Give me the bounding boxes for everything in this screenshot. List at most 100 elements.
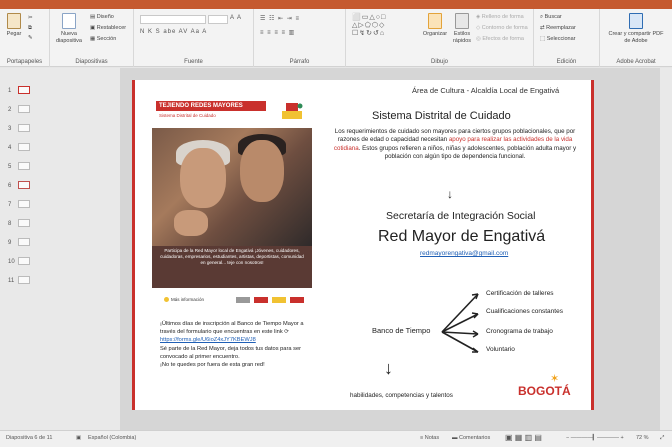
format-painter-icon[interactable]: ✎ bbox=[28, 35, 33, 42]
slide-thumbnail[interactable]: 3 bbox=[8, 124, 30, 134]
group-portapapeles: Pegar ✂ ⧉ ✎ Portapapeles bbox=[0, 9, 50, 67]
link-icon: ⟳ bbox=[284, 329, 290, 336]
email-link[interactable]: redmayorengativa@gmail.com bbox=[420, 250, 508, 257]
align-buttons[interactable]: ≡ ≡ ≡ ≡ ▥ bbox=[260, 29, 295, 36]
poster-sponsor-logos-icon bbox=[236, 297, 304, 303]
notes-button[interactable]: ≡ Notas bbox=[420, 435, 439, 441]
slide-thumbnail[interactable]: 2 bbox=[8, 105, 30, 115]
poster-logo-icon bbox=[282, 103, 303, 119]
poster-text: Participa de la Red Mayor local de Engat… bbox=[160, 248, 304, 265]
slide-thumbnail[interactable]: 9 bbox=[8, 238, 30, 248]
shape-outline-button[interactable]: ◇ Contorno de forma bbox=[476, 25, 528, 32]
list-buttons[interactable]: ☰ ☷ ⇤ ⇥ ≡ bbox=[260, 15, 300, 22]
red-mayor-title: Red Mayor de Engativá bbox=[378, 228, 546, 245]
poster-info-label: Más información bbox=[164, 297, 204, 302]
zoom-level[interactable]: 72 % bbox=[636, 435, 649, 441]
sd-title: Sistema Distrital de Cuidado bbox=[372, 110, 511, 122]
zoom-slider[interactable]: − ————▎———— + bbox=[566, 435, 624, 441]
group-edicion: ⌕ Buscar ⇄ Reemplazar ⬚ Seleccionar Edic… bbox=[534, 9, 600, 67]
section-icon: ▦ bbox=[90, 36, 97, 42]
poster-subtitle: Sistema Distrital de Cuidado bbox=[159, 113, 216, 118]
group-adobe: Crear y compartir PDF de Adobe Adobe Acr… bbox=[600, 9, 672, 67]
slide-thumbnail-selected[interactable]: 6 bbox=[8, 181, 30, 191]
view-buttons[interactable]: ▣ ▦ ▥ ▤ bbox=[505, 433, 542, 442]
find-button[interactable]: ⌕ Buscar bbox=[540, 14, 562, 21]
reset-icon: ▣ bbox=[90, 25, 97, 31]
branch-item: Cronograma de trabajo bbox=[486, 328, 553, 335]
secretaria-title: Secretaría de Integración Social bbox=[386, 210, 536, 222]
shape-effects-button[interactable]: ◎ Efectos de forma bbox=[476, 36, 524, 43]
paste-button[interactable]: Pegar bbox=[4, 13, 24, 38]
vertical-scrollbar[interactable] bbox=[660, 68, 672, 430]
branch-item: Voluntario bbox=[486, 346, 515, 353]
slide-mini bbox=[18, 276, 30, 284]
slide-mini bbox=[18, 181, 30, 189]
select-button[interactable]: ⬚ Seleccionar bbox=[540, 36, 575, 43]
pdf-icon bbox=[629, 13, 643, 29]
shape-fill-button[interactable]: ◈ Relleno de forma bbox=[476, 14, 524, 21]
bogota-logo: BOGOTÁ bbox=[518, 384, 571, 398]
inscription-text: ¡Últimos días de inscripción al Banco de… bbox=[160, 321, 304, 369]
sd-paragraph: Los requerimientos de cuidado son mayore… bbox=[333, 128, 577, 161]
slide-mini bbox=[18, 219, 30, 227]
ribbon: Pegar ✂ ⧉ ✎ Portapapeles Nueva diapositi… bbox=[0, 9, 672, 67]
area-title: Área de Cultura - Alcaldía Local de Enga… bbox=[412, 86, 560, 95]
font-size-arrows[interactable]: A A bbox=[230, 15, 242, 21]
slide-mini bbox=[18, 162, 30, 170]
group-dibujo: ⬜▭△○□ △▷⬠⬡◇ ☐↯↻↺⌂ Organizar Estilos rápido… bbox=[346, 9, 534, 67]
comment-icon: ▬ bbox=[452, 435, 460, 441]
photo-detail bbox=[174, 210, 208, 236]
event-poster-image[interactable]: TEJIENDO REDES MAYORES Sistema Distrital… bbox=[152, 98, 312, 310]
quick-styles-icon bbox=[455, 13, 469, 29]
font-name-select[interactable] bbox=[140, 15, 206, 24]
section-button[interactable]: ▦ Sección bbox=[90, 36, 116, 43]
replace-button[interactable]: ⇄ Reemplazar bbox=[540, 25, 576, 32]
arrange-button[interactable]: Organizar bbox=[422, 13, 448, 38]
slide-counter: Diapositiva 6 de 11 bbox=[6, 435, 53, 441]
current-slide[interactable]: TEJIENDO REDES MAYORES Sistema Distrital… bbox=[132, 80, 594, 410]
reset-button[interactable]: ▣ Restablecer bbox=[90, 25, 126, 32]
arrange-icon bbox=[428, 13, 442, 29]
branch-item: Certificación de talleres bbox=[486, 290, 554, 297]
slide-mini bbox=[18, 124, 30, 132]
photo-detail bbox=[240, 140, 284, 202]
font-size-select[interactable] bbox=[208, 15, 228, 24]
select-icon: ⬚ bbox=[540, 36, 547, 42]
arrow-down-icon: ↓ bbox=[384, 358, 393, 378]
ribbon-tab-bar bbox=[0, 0, 672, 9]
status-bar: Diapositiva 6 de 11 ▣ Español (Colombia)… bbox=[0, 430, 672, 447]
group-fuente: A A N K S abe AV Aa A Fuente bbox=[134, 9, 254, 67]
branch-arrows-icon bbox=[441, 293, 479, 353]
layout-button[interactable]: ▤ Diseño bbox=[90, 14, 114, 21]
language-label[interactable]: Español (Colombia) bbox=[88, 435, 136, 441]
slide-thumbnail-pane: 1 2 3 4 5 6 7 8 9 10 11 bbox=[0, 68, 120, 430]
comments-button[interactable]: ▬ Comentarios bbox=[452, 435, 490, 441]
habilidades-label: habilidades, competencias y talentos bbox=[350, 392, 453, 399]
new-slide-button[interactable]: Nueva diapositiva bbox=[54, 13, 84, 44]
form-link[interactable]: https://forms.gle/U6ioZ4xJY7KBEWJ8 bbox=[160, 337, 256, 343]
slide-thumbnail[interactable]: 1 bbox=[8, 86, 30, 96]
layout-icon: ▤ bbox=[90, 14, 97, 20]
clipboard-icon bbox=[7, 13, 21, 29]
create-pdf-button[interactable]: Crear y compartir PDF de Adobe bbox=[608, 13, 664, 44]
slide-thumbnail[interactable]: 8 bbox=[8, 219, 30, 229]
cut-icon[interactable]: ✂ bbox=[28, 15, 33, 22]
slide-thumbnail[interactable]: 5 bbox=[8, 162, 30, 172]
quick-styles-button[interactable]: Estilos rápidos bbox=[450, 13, 474, 44]
font-style-buttons[interactable]: N K S abe AV Aa A bbox=[140, 29, 207, 35]
copy-icon[interactable]: ⧉ bbox=[28, 25, 32, 32]
slide-thumbnail[interactable]: 11 bbox=[8, 276, 30, 286]
slide-thumbnail[interactable]: 4 bbox=[8, 143, 30, 153]
photo-detail bbox=[180, 148, 226, 208]
spellcheck-icon[interactable]: ▣ bbox=[76, 435, 81, 441]
slide-mini bbox=[18, 238, 30, 246]
shapes-gallery[interactable]: ⬜▭△○□ △▷⬠⬡◇ ☐↯↻↺⌂ bbox=[352, 13, 386, 37]
slide-thumbnail[interactable]: 7 bbox=[8, 200, 30, 210]
poster-photo bbox=[152, 128, 312, 246]
slide-mini bbox=[18, 257, 30, 265]
slide-thumbnail[interactable]: 10 bbox=[8, 257, 30, 267]
group-diapositivas: Nueva diapositiva ▤ Diseño ▣ Restablecer… bbox=[50, 9, 134, 67]
arrow-down-icon: ↓ bbox=[447, 187, 453, 201]
slide-left-stripe bbox=[132, 80, 135, 410]
fit-slide-icon[interactable]: ⤢ bbox=[660, 435, 664, 442]
